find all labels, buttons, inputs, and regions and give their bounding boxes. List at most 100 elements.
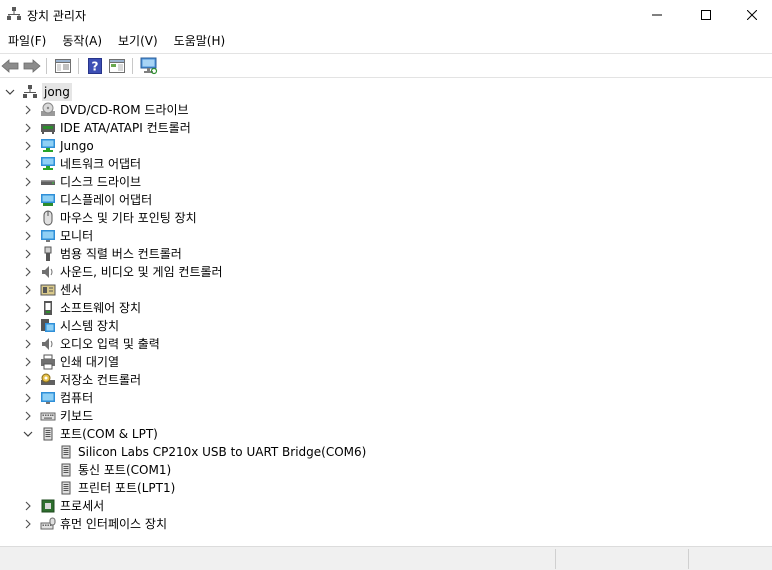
tree-category-audio-io[interactable]: 오디오 입력 및 출력 (22, 335, 160, 353)
category-label: 컴퓨터 (60, 391, 94, 405)
expand-icon[interactable] (22, 191, 34, 209)
expand-icon[interactable] (22, 497, 34, 515)
expand-icon[interactable] (22, 101, 34, 119)
tree-category-mouse[interactable]: 마우스 및 기타 포인팅 장치 (22, 209, 197, 227)
tree-category-dvd-drive[interactable]: DVD/CD-ROM 드라이브 (22, 101, 189, 119)
hid-icon (40, 516, 56, 532)
category-label: 오디오 입력 및 출력 (60, 337, 160, 351)
view-icon[interactable] (108, 57, 126, 75)
expand-icon[interactable] (22, 119, 34, 137)
tree-category-usb[interactable]: 범용 직렬 버스 컨트롤러 (22, 245, 182, 263)
collapse-icon[interactable] (4, 83, 16, 101)
device-label: 프린터 포트(LPT1) (78, 481, 176, 495)
computer-name: jong (42, 83, 72, 101)
tree-category-hid[interactable]: 휴먼 인터페이스 장치 (22, 515, 167, 533)
tree-category-sensor[interactable]: 센서 (22, 281, 82, 299)
menu-action[interactable]: 동작(A) (56, 31, 108, 51)
back-icon[interactable] (1, 57, 19, 75)
monitor-icon (40, 228, 56, 244)
category-label: 포트(COM & LPT) (60, 427, 158, 441)
tree-category-port[interactable]: 포트(COM & LPT) (22, 425, 158, 443)
expand-icon[interactable] (22, 353, 34, 371)
tree-device-port[interactable]: Silicon Labs CP210x USB to UART Bridge(C… (58, 443, 366, 461)
menu-help[interactable]: 도움말(H) (168, 31, 232, 51)
toolbar: ? (0, 53, 772, 78)
expand-icon[interactable] (22, 335, 34, 353)
tree-category-processor[interactable]: 프로세서 (22, 497, 104, 515)
toolbar-separator (132, 58, 133, 74)
expand-icon[interactable] (22, 137, 34, 155)
expand-icon[interactable] (22, 173, 34, 191)
category-label: 소프트웨어 장치 (60, 301, 142, 315)
port-icon (58, 462, 74, 478)
tree-category-storage-controller[interactable]: 저장소 컨트롤러 (22, 371, 141, 389)
device-label: 통신 포트(COM1) (78, 463, 172, 477)
category-label: 휴먼 인터페이스 장치 (60, 517, 167, 531)
menu-file[interactable]: 파일(F) (2, 31, 52, 51)
category-label: 인쇄 대기열 (60, 355, 120, 369)
display-adapter-icon (40, 192, 56, 208)
port-icon (58, 444, 74, 460)
forward-icon[interactable] (23, 57, 41, 75)
collapse-icon[interactable] (22, 425, 34, 443)
expand-icon[interactable] (22, 245, 34, 263)
tree-device-port[interactable]: 프린터 포트(LPT1) (58, 479, 175, 497)
category-label: 디스플레이 어댑터 (60, 193, 153, 207)
tree-category-disk-drive[interactable]: 디스크 드라이브 (22, 173, 141, 191)
expand-icon[interactable] (22, 209, 34, 227)
expand-icon[interactable] (22, 299, 34, 317)
properties-icon[interactable] (54, 57, 72, 75)
title-bar: 장치 관리자 (0, 0, 772, 30)
close-button[interactable] (729, 0, 772, 30)
help-icon[interactable]: ? (86, 57, 104, 75)
tree-category-keyboard[interactable]: 키보드 (22, 407, 93, 425)
category-label: 모니터 (60, 229, 94, 243)
ide-controller-icon (40, 120, 56, 136)
expand-icon[interactable] (22, 371, 34, 389)
tree-category-monitor[interactable]: 모니터 (22, 227, 93, 245)
expand-icon[interactable] (22, 227, 34, 245)
tree-category-ide-controller[interactable]: IDE ATA/ATAPI 컨트롤러 (22, 119, 191, 137)
monitor-scan-icon[interactable] (140, 57, 158, 75)
tree-category-software-device[interactable]: 소프트웨어 장치 (22, 299, 141, 317)
printer-queue-icon (40, 354, 56, 370)
tree-category-printer-queue[interactable]: 인쇄 대기열 (22, 353, 119, 371)
minimize-button[interactable] (634, 0, 680, 30)
category-label: 사운드, 비디오 및 게임 컨트롤러 (60, 265, 223, 279)
category-label: 키보드 (60, 409, 94, 423)
tree-category-sound[interactable]: 사운드, 비디오 및 게임 컨트롤러 (22, 263, 223, 281)
dvd-drive-icon (40, 102, 56, 118)
network-adapter-icon (40, 156, 56, 172)
tree-category-network-adapter[interactable]: 네트워크 어댑터 (22, 155, 141, 173)
tree-category-network-monitor[interactable]: Jungo (22, 137, 94, 155)
mouse-icon (40, 210, 56, 226)
expand-icon[interactable] (22, 407, 34, 425)
status-pane (555, 549, 688, 569)
tree-category-system-device[interactable]: 시스템 장치 (22, 317, 119, 335)
svg-text:?: ? (92, 60, 99, 74)
expand-icon[interactable] (22, 317, 34, 335)
expand-icon[interactable] (22, 515, 34, 533)
tree-category-computer[interactable]: 컴퓨터 (22, 389, 93, 407)
computer-network-icon (22, 84, 38, 100)
status-bar (0, 546, 772, 570)
port-icon (58, 480, 74, 496)
expand-icon[interactable] (22, 281, 34, 299)
category-label: Jungo (60, 139, 94, 153)
tree-root[interactable]: jong (4, 83, 72, 101)
system-device-icon (40, 318, 56, 334)
expand-icon[interactable] (22, 263, 34, 281)
expand-icon[interactable] (22, 155, 34, 173)
menu-view[interactable]: 보기(V) (112, 31, 164, 51)
tree-device-port[interactable]: 통신 포트(COM1) (58, 461, 171, 479)
maximize-button[interactable] (683, 0, 729, 30)
expand-icon[interactable] (22, 389, 34, 407)
category-label: 시스템 장치 (60, 319, 120, 333)
category-label: 범용 직렬 버스 컨트롤러 (60, 247, 182, 261)
toolbar-separator (78, 58, 79, 74)
keyboard-icon (40, 408, 56, 424)
tree-category-display-adapter[interactable]: 디스플레이 어댑터 (22, 191, 152, 209)
device-manager-icon (7, 7, 21, 21)
software-device-icon (40, 300, 56, 316)
category-label: 저장소 컨트롤러 (60, 373, 142, 387)
